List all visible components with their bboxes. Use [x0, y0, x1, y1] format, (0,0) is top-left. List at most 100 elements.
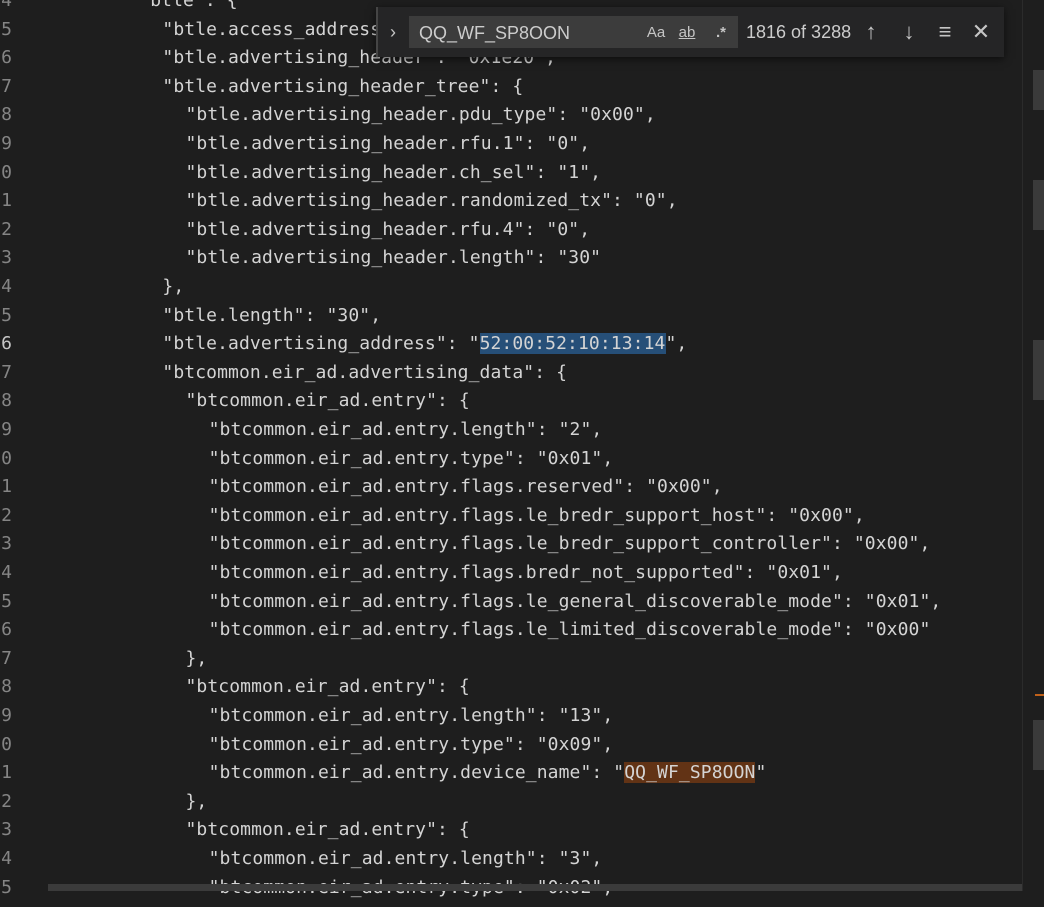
code-line[interactable]: 0 "btle.advertising_header.ch_sel": "1",	[0, 159, 1022, 188]
code-content: "btcommon.eir_ad.entry.flags.le_limited_…	[208, 619, 931, 641]
line-number: 3	[1, 819, 12, 841]
code-editor[interactable]: 4 "btle": {5 "btle.access_address": "0x8e8…	[0, 0, 1022, 907]
code-content: },	[185, 647, 208, 669]
chevron-right-icon[interactable]: ›	[382, 20, 404, 44]
code-line[interactable]: 7 "btcommon.eir_ad.advertising_data": {	[0, 359, 1022, 388]
code-text: "btcommon.eir_ad.entry.flags.le_bredr_su…	[209, 502, 865, 531]
code-line[interactable]: 7 "btle.advertising_header_tree": {	[0, 73, 1022, 102]
code-line[interactable]: 3 "btcommon.eir_ad.entry.flags.le_bredr_s…	[0, 530, 1022, 559]
code-text: "btcommon.eir_ad.entry": {	[186, 387, 470, 416]
code-text: "btcommon.eir_ad.entry.length": "2",	[209, 416, 603, 445]
code-line[interactable]: 5 "btcommon.eir_ad.entry.flags.le_general…	[0, 588, 1022, 617]
code-line[interactable]: 2 "btcommon.eir_ad.entry.flags.le_bredr_s…	[0, 502, 1022, 531]
code-line[interactable]: 9 "btcommon.eir_ad.entry.length": "2",	[0, 416, 1022, 445]
code-text: "btcommon.eir_ad.entry": {	[186, 816, 470, 845]
code-line[interactable]: 4 "btcommon.eir_ad.entry.flags.bredr_not_…	[0, 559, 1022, 588]
code-content: "btle.length": "30",	[162, 304, 382, 326]
arrow-up-icon[interactable]: ↑	[858, 19, 884, 45]
code-line[interactable]: 0 "btcommon.eir_ad.entry.type": "0x09",	[0, 731, 1022, 760]
line-number: 4	[1, 848, 12, 869]
regex-toggle[interactable]: .*	[708, 22, 734, 44]
line-number: 1	[1, 190, 12, 212]
line-number: 2	[1, 790, 12, 812]
line-number: 7	[1, 361, 12, 383]
code-content: "btle.advertising_header.rfu.4": "0",	[185, 218, 591, 240]
code-content: "btcommon.eir_ad.entry.length": "3",	[208, 848, 603, 869]
line-number: 8	[1, 104, 12, 126]
line-number: 5	[1, 876, 12, 898]
code-line[interactable]: 6 "btcommon.eir_ad.entry.flags.le_limited…	[0, 616, 1022, 645]
code-text: "btle.advertising_address": "52:00:52:10…	[162, 330, 687, 359]
code-content: "btcommon.eir_ad.entry": {	[185, 676, 470, 698]
line-number: 4	[1, 0, 12, 11]
code-content: "btle.advertising_header_tree": {	[162, 75, 524, 97]
minimap-mark	[1033, 340, 1044, 400]
code-line[interactable]: 3 "btle.advertising_header.length": "30"	[0, 244, 1022, 273]
code-line[interactable]: 7},	[0, 645, 1022, 674]
code-line[interactable]: 1 "btle.advertising_header.randomized_tx"…	[0, 187, 1022, 216]
line-number: 4	[1, 276, 12, 297]
close-icon[interactable]: ✕	[968, 19, 994, 45]
code-text: "btcommon.eir_ad.entry.flags.reserved": …	[209, 473, 723, 502]
code-text: "btcommon.eir_ad.entry.type": "0x01",	[209, 445, 614, 474]
line-number: 7	[1, 75, 12, 97]
line-number: 1	[1, 476, 12, 498]
arrow-down-icon[interactable]: ↓	[896, 19, 922, 45]
minimap-mark	[1033, 720, 1044, 770]
code-line[interactable]: 6 "btle.advertising_address": "52:00:52:1…	[0, 330, 1022, 359]
current-match-highlight: 52:00:52:10:13:14	[479, 333, 666, 355]
code-line[interactable]: 1 "btcommon.eir_ad.entry.device_name": "Q…	[0, 759, 1022, 788]
code-text: "btcommon.eir_ad.entry.length": "13",	[209, 702, 614, 731]
code-line[interactable]: 2},	[0, 788, 1022, 817]
code-content: "btcommon.eir_ad.entry.flags.le_bredr_su…	[208, 533, 931, 555]
code-content-tail: "	[755, 762, 767, 784]
code-line[interactable]: 8 "btle.advertising_header.pdu_type": "0x…	[0, 101, 1022, 130]
vertical-scrollbar[interactable]	[1022, 0, 1044, 891]
line-number: 3	[1, 247, 12, 269]
code-text: "btcommon.eir_ad.entry.device_name": "QQ…	[209, 759, 767, 788]
find-in-selection-icon[interactable]: ≡	[932, 19, 958, 45]
code-line[interactable]: 9 "btcommon.eir_ad.entry.length": "13",	[0, 702, 1022, 731]
code-content: "btcommon.eir_ad.entry.flags.le_bredr_su…	[208, 504, 865, 526]
code-line[interactable]: 8 "btcommon.eir_ad.entry": {	[0, 387, 1022, 416]
code-line[interactable]: 4},	[0, 273, 1022, 302]
find-widget: › QQ_WF_SP8OON Aa ab .* 1816 of 3288 ↑ ↓…	[376, 7, 1004, 57]
code-line[interactable]: 4 "btcommon.eir_ad.entry.length": "3",	[0, 845, 1022, 874]
code-line[interactable]: 8 "btcommon.eir_ad.entry": {	[0, 673, 1022, 702]
code-content: "btcommon.eir_ad.entry.type": "0x01",	[208, 447, 614, 469]
code-text: "btcommon.eir_ad.entry.flags.le_bredr_su…	[209, 530, 931, 559]
minimap-mark	[1033, 180, 1044, 230]
horizontal-scrollbar[interactable]	[48, 884, 1022, 891]
code-line[interactable]: 3 "btcommon.eir_ad.entry": {	[0, 816, 1022, 845]
code-text: "btcommon.eir_ad.entry.type": "0x09",	[209, 731, 614, 760]
code-text: },	[186, 645, 208, 674]
code-content: },	[162, 276, 185, 297]
find-match-marker	[1035, 694, 1044, 696]
line-number: 9	[1, 419, 12, 440]
code-content: "btcommon.eir_ad.entry.device_name": "	[208, 762, 625, 784]
code-content: "btcommon.eir_ad.entry.type": "0x09",	[208, 733, 614, 755]
code-content: "btle.advertising_header.rfu.1": "0",	[185, 133, 591, 154]
find-input-value[interactable]: QQ_WF_SP8OON	[419, 23, 570, 44]
line-number: 1	[1, 762, 12, 784]
code-content: "btle.advertising_header.randomized_tx":…	[185, 190, 678, 212]
code-content: "btle.advertising_header.pdu_type": "0x0…	[185, 104, 656, 126]
match-case-toggle[interactable]: Aa	[644, 22, 668, 44]
line-number: 9	[1, 133, 12, 154]
code-content: "btcommon.eir_ad.entry.flags.reserved": …	[208, 476, 723, 498]
code-line[interactable]: 5 "btle.length": "30",	[0, 302, 1022, 331]
code-content: "btle.advertising_address": "	[162, 333, 480, 355]
code-content: "btcommon.eir_ad.entry.length": "2",	[208, 419, 603, 440]
code-text: "btle.advertising_header.pdu_type": "0x0…	[186, 101, 656, 130]
find-input[interactable]: QQ_WF_SP8OON Aa ab .*	[409, 16, 738, 48]
line-number: 2	[1, 504, 12, 526]
code-line[interactable]: 0 "btcommon.eir_ad.entry.type": "0x01",	[0, 445, 1022, 474]
minimap-mark	[1033, 70, 1044, 110]
whole-word-toggle[interactable]: ab	[674, 22, 700, 44]
line-number: 3	[1, 533, 12, 555]
code-line[interactable]: 2 "btle.advertising_header.rfu.4": "0",	[0, 216, 1022, 245]
code-line[interactable]: 1 "btcommon.eir_ad.entry.flags.reserved":…	[0, 473, 1022, 502]
line-number: 7	[1, 647, 12, 669]
code-line[interactable]: 9 "btle.advertising_header.rfu.1": "0",	[0, 130, 1022, 159]
code-content: "btcommon.eir_ad.entry": {	[185, 819, 470, 841]
